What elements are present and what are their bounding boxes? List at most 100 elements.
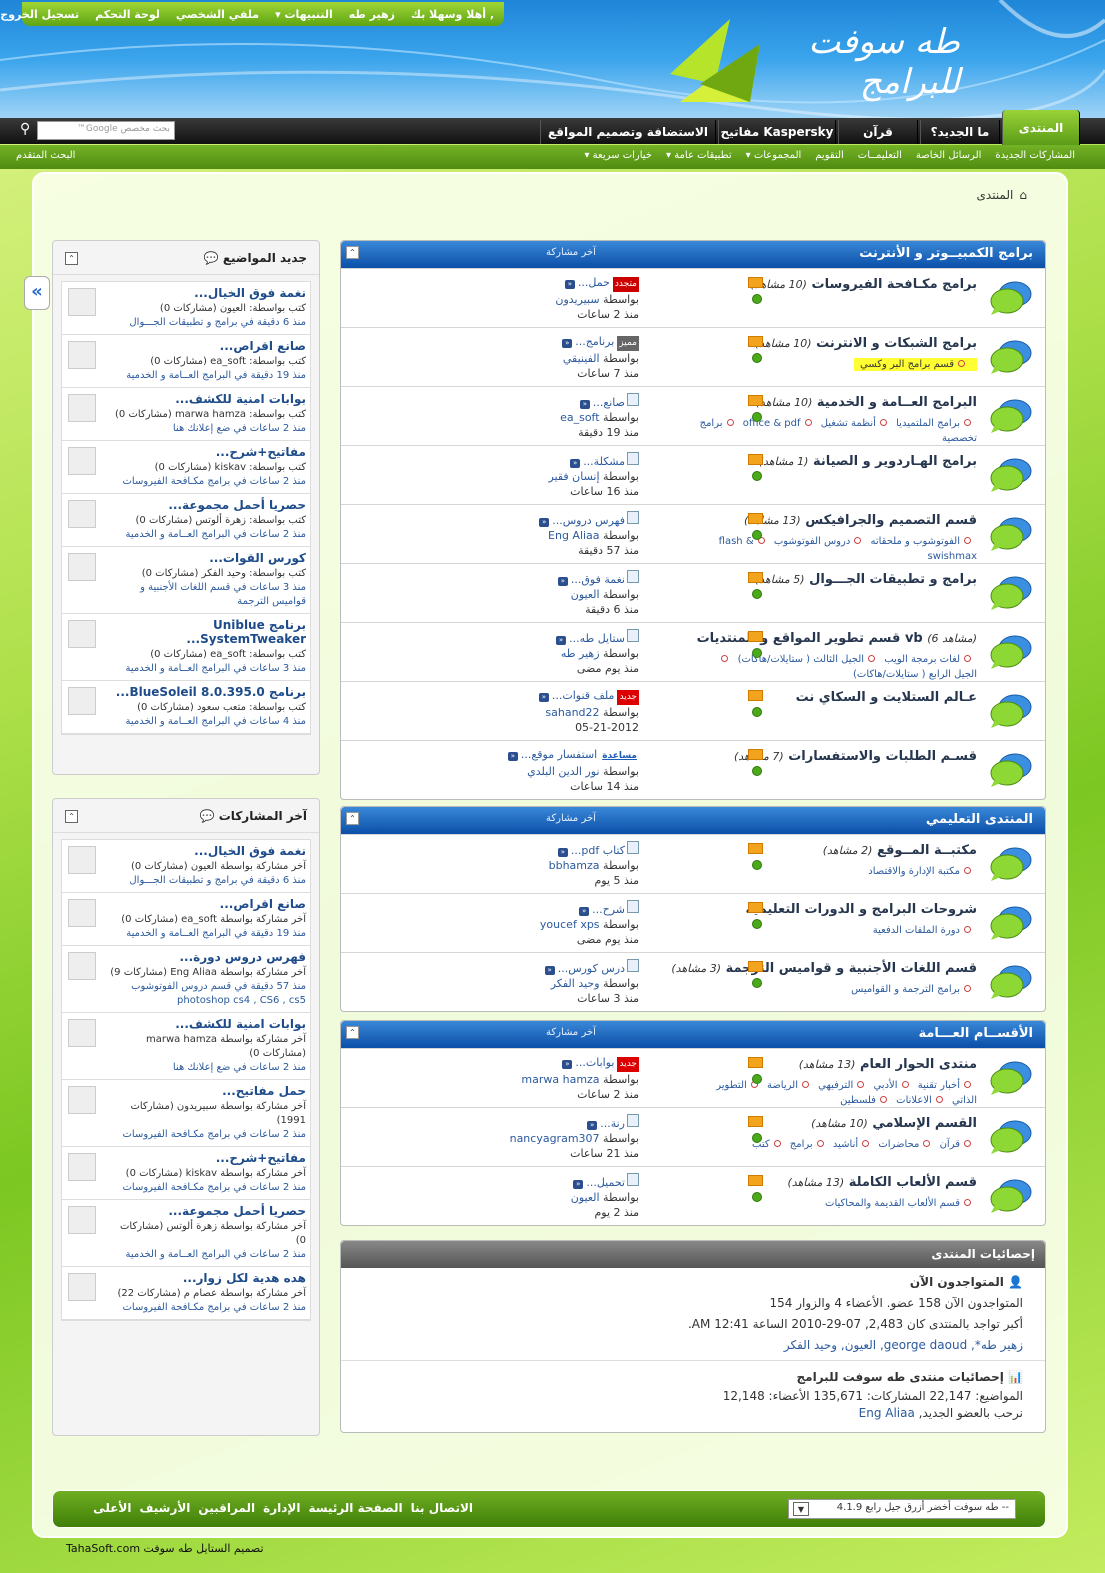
footer-archive[interactable]: الأرشيف — [139, 1501, 190, 1515]
goto-post-icon[interactable]: « — [570, 459, 581, 468]
category-title[interactable]: برامج الكمبيــوتر و الأنترنت — [859, 246, 1033, 261]
last-post-title[interactable]: رنة... — [600, 1117, 625, 1130]
subforum-link[interactable]: أناشيد — [833, 1139, 875, 1150]
goto-post-icon[interactable]: « — [587, 1121, 598, 1130]
last-post-user[interactable]: نور الدين البلدي — [527, 765, 599, 778]
avatar[interactable] — [68, 341, 96, 369]
rss-icon[interactable] — [748, 572, 763, 583]
last-post-title[interactable]: تحميل... — [586, 1176, 625, 1189]
last-post-user[interactable]: bbhamza — [549, 859, 600, 872]
footer-admin[interactable]: الإدارة — [263, 1501, 300, 1515]
rss-icon[interactable] — [748, 902, 763, 913]
site-logo[interactable]: طه سوفت للبرامج — [660, 14, 961, 104]
chevron-down-icon[interactable]: ▼ — [793, 1502, 809, 1516]
sidebar-item-title[interactable]: مفاتيح+شرح... — [110, 445, 306, 459]
forum-title[interactable]: برامج الهـاردوير و الصيانة (1 مشاهد) — [759, 454, 977, 469]
avatar[interactable] — [68, 1206, 96, 1234]
online-users[interactable]: زهير طه*, george daoud, العيون, وحيد الف… — [363, 1335, 1023, 1356]
subnav-faq[interactable]: التعليمــات — [858, 150, 902, 161]
category-title[interactable]: المنتدى التعليمي — [926, 812, 1033, 827]
last-post-user[interactable]: youcef xps — [540, 918, 600, 931]
forum-title[interactable]: برامج و تطبيقات الجـــوال (5 مشاهد) — [755, 572, 977, 587]
forum-title[interactable]: عـالم الستلايت و السكاي نت — [796, 690, 977, 705]
collapse-icon[interactable]: ⌃ — [65, 252, 78, 265]
subforum-link[interactable]: قرآن — [940, 1139, 977, 1150]
footer-contact[interactable]: الاتصال بنا — [411, 1501, 473, 1515]
rss-icon[interactable] — [748, 690, 763, 701]
goto-post-icon[interactable]: « — [557, 577, 568, 586]
avatar[interactable] — [68, 899, 96, 927]
collapse-icon[interactable]: ⌃ — [346, 1026, 359, 1039]
rss-icon[interactable] — [748, 336, 763, 347]
sidebar-item-title[interactable]: كورس القوات... — [110, 551, 306, 565]
subforum-link[interactable]: أخبار تقنية — [918, 1080, 977, 1091]
avatar[interactable] — [68, 1019, 96, 1047]
sidebar-item-title[interactable]: فهرس دروس دورة... — [110, 950, 306, 964]
collapse-icon[interactable]: ⌃ — [346, 246, 359, 259]
avatar[interactable] — [68, 846, 96, 874]
goto-post-icon[interactable]: « — [538, 693, 549, 702]
forum-title[interactable]: قسم الألعاب الكاملة (13 مشاهد) — [787, 1175, 977, 1190]
subforum-link[interactable]: فلسطين — [840, 1095, 893, 1106]
forum-title[interactable]: منتدى الحوار العام (13 مشاهد) — [799, 1057, 977, 1072]
last-post-title[interactable]: برنامج... — [575, 335, 614, 348]
forum-title[interactable]: قسم اللغات الأجنبية و قواميس الترجمة (3 … — [671, 961, 977, 976]
subforum-link[interactable]: برامج — [790, 1139, 830, 1150]
avatar[interactable] — [68, 687, 96, 715]
footer-home[interactable]: الصفحة الرئيسة — [308, 1501, 402, 1515]
subforum-link[interactable]: دروس الفوتوشوب — [774, 536, 867, 547]
avatar[interactable] — [68, 394, 96, 422]
last-post-title[interactable]: درس كورس... — [558, 962, 625, 975]
user-link[interactable]: زهير طه — [349, 8, 395, 21]
sidebar-item-title[interactable]: نغمة فوق الخيال... — [110, 844, 306, 858]
rss-icon[interactable] — [748, 277, 763, 288]
goto-post-icon[interactable]: « — [579, 907, 590, 916]
forum-title[interactable]: قسم تطوير المواقع و المنتديات vb (6 مشاه… — [697, 631, 977, 646]
rss-icon[interactable] — [748, 395, 763, 406]
forum-title[interactable]: شروحات البرامج و الدورات التعليمية — [746, 902, 978, 917]
subforum-link[interactable]: قسم برامج البر وكسي — [854, 358, 977, 371]
footer-top[interactable]: الأعلى — [93, 1501, 131, 1515]
sidebar-item-title[interactable]: برنامج BlueSoleil 8.0.395.0... — [110, 685, 306, 699]
sidebar-item-title[interactable]: نغمة فوق الخيال... — [110, 286, 306, 300]
goto-post-icon[interactable]: « — [573, 1180, 584, 1189]
last-post-title[interactable]: شرح... — [592, 903, 625, 916]
last-post-title[interactable]: كتاب pdf... — [571, 844, 625, 857]
last-post-user[interactable]: sahand22 — [545, 706, 599, 719]
rss-icon[interactable] — [748, 1057, 763, 1068]
subnav-groups[interactable]: ▾ المجموعات — [746, 150, 802, 161]
tab-forum[interactable]: المنتدى — [1002, 110, 1080, 145]
last-post-user[interactable]: زهير طه — [561, 647, 600, 660]
last-post-user[interactable]: العيون — [571, 1191, 600, 1204]
category-title[interactable]: الأقســام العـــامة — [918, 1026, 1033, 1041]
sidebar-item-title[interactable]: برنامج Uniblue SystemTweaker... — [110, 618, 306, 646]
footer-moderators[interactable]: المراقبين — [198, 1501, 255, 1515]
goto-post-icon[interactable]: « — [562, 339, 573, 348]
forum-title[interactable]: القسم الإسلامي (10 مشاهد) — [811, 1116, 977, 1131]
subforum-link[interactable]: الأدبي — [873, 1080, 914, 1091]
avatar[interactable] — [68, 1153, 96, 1181]
goto-post-icon[interactable]: « — [557, 848, 568, 857]
last-post-title[interactable]: بوابات... — [575, 1056, 614, 1069]
avatar[interactable] — [68, 447, 96, 475]
rss-icon[interactable] — [748, 749, 763, 760]
subforum-link[interactable]: محاضرات — [878, 1139, 936, 1150]
credit-text[interactable]: تصميم الستايل طه سوفت TahaSoft.com — [66, 1542, 264, 1555]
subforum-link[interactable]: دورة الملفات الدفعية — [873, 925, 977, 936]
sidebar-item-title[interactable]: هده هدية لكل زوار... — [110, 1271, 306, 1285]
goto-post-icon[interactable]: « — [579, 400, 590, 409]
avatar[interactable] — [68, 553, 96, 581]
last-post-title[interactable]: حمل... — [578, 276, 610, 289]
search-input[interactable]: بحث مخصص Google™ — [37, 121, 175, 140]
rss-icon[interactable] — [748, 631, 763, 642]
last-post-title[interactable]: ملف قنوات... — [552, 689, 615, 702]
logout-link[interactable]: تسجيل الخروج — [0, 8, 79, 21]
subnav-general-apps[interactable]: ▾ تطبيقات عامة — [666, 150, 732, 161]
home-icon[interactable]: ⌂ — [1019, 188, 1027, 202]
rss-icon[interactable] — [748, 513, 763, 524]
subforum-link[interactable]: برامج الترجمة و القواميس — [851, 984, 977, 995]
notifications-menu[interactable]: ▾ التنبيهات — [275, 8, 333, 21]
tab-hosting[interactable]: الاستضافة وتصميم المواقع — [540, 120, 716, 144]
subnav-quick-options[interactable]: ▾ خيارات سريعة — [584, 150, 652, 161]
tab-quran[interactable]: قرآن — [838, 120, 918, 144]
